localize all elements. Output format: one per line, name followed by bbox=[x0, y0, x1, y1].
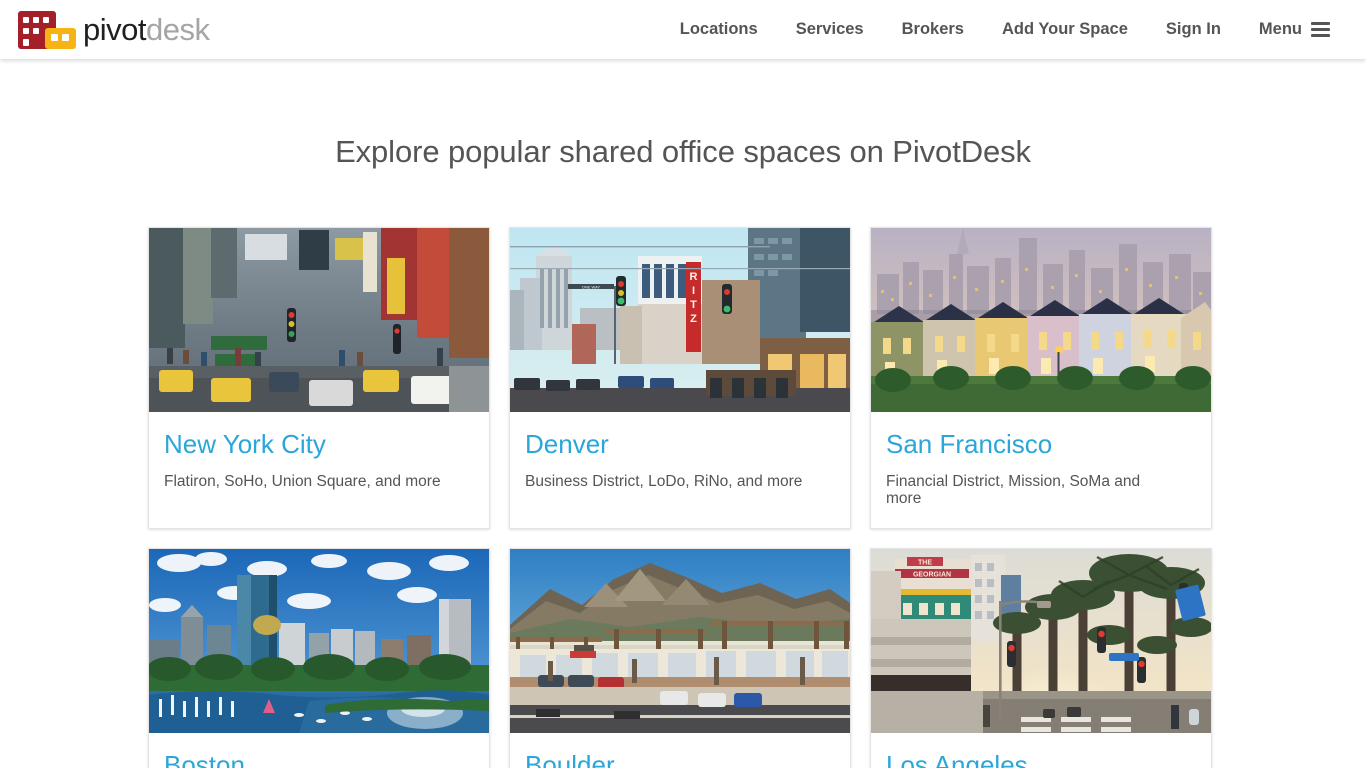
svg-text:R: R bbox=[690, 271, 698, 283]
city-card-title: Boulder bbox=[525, 749, 615, 768]
city-card-row: Boston Boulder THE GEORGIAN Los Angeles bbox=[148, 547, 1218, 768]
charles-river-skyline-photo bbox=[149, 548, 489, 733]
brand-logo-link[interactable]: pivotdesk bbox=[18, 10, 210, 49]
city-card-san-francisco[interactable]: San Francisco Financial District, Missio… bbox=[870, 227, 1212, 529]
city-card-description: Business District, LoDo, RiNo, and more bbox=[525, 472, 803, 490]
primary-navigation: Locations Services Brokers Add Your Spac… bbox=[661, 14, 1336, 45]
city-card-denver[interactable]: RI TZ ONE WAY Denver Business District, … bbox=[509, 227, 851, 529]
city-card-boulder[interactable]: Boulder bbox=[509, 547, 851, 768]
svg-text:I: I bbox=[692, 285, 695, 297]
menu-toggle-label: Menu bbox=[1258, 20, 1302, 38]
city-card-title: Boston bbox=[164, 749, 245, 768]
nav-item-brokers[interactable]: Brokers bbox=[883, 14, 983, 45]
city-card-new-york-city[interactable]: New York City Flatiron, SoHo, Union Squa… bbox=[148, 227, 490, 529]
menu-toggle-button[interactable]: Menu bbox=[1240, 14, 1336, 45]
page-title: Explore popular shared office spaces on … bbox=[335, 134, 1031, 169]
site-header: pivotdesk Locations Services Brokers Add… bbox=[0, 0, 1366, 59]
svg-text:GEORGIAN: GEORGIAN bbox=[913, 571, 951, 578]
city-card-description: Financial District, Mission, SoMa and mo… bbox=[886, 472, 1141, 508]
city-card-los-angeles[interactable]: THE GEORGIAN Los Angeles bbox=[870, 547, 1212, 768]
brand-name-secondary: desk bbox=[145, 12, 210, 47]
city-card-title: Los Angeles bbox=[886, 749, 1028, 768]
svg-text:T: T bbox=[690, 299, 697, 311]
nav-item-services[interactable]: Services bbox=[777, 14, 883, 45]
nav-item-locations[interactable]: Locations bbox=[661, 14, 777, 45]
nav-item-sign-in[interactable]: Sign In bbox=[1147, 14, 1240, 45]
city-card-title: San Francisco bbox=[886, 429, 1053, 459]
city-card-title: New York City bbox=[164, 429, 326, 459]
city-card-row: New York City Flatiron, SoHo, Union Squa… bbox=[148, 227, 1218, 529]
hamburger-icon[interactable] bbox=[1311, 22, 1330, 37]
brand-name-primary: pivot bbox=[83, 12, 146, 47]
svg-text:ONE WAY: ONE WAY bbox=[582, 285, 601, 290]
nav-item-add-your-space[interactable]: Add Your Space bbox=[983, 14, 1147, 45]
city-card-boston[interactable]: Boston bbox=[148, 547, 490, 768]
painted-ladies-skyline-photo bbox=[871, 228, 1211, 412]
svg-text:Z: Z bbox=[690, 313, 697, 325]
page-content: Explore popular shared office spaces on … bbox=[0, 134, 1366, 768]
flatirons-shopping-street-photo bbox=[510, 548, 850, 733]
building-logo-icon bbox=[18, 10, 76, 49]
city-card-title: Denver bbox=[525, 429, 609, 459]
downtown-ritz-theater-street-photo: RI TZ ONE WAY bbox=[510, 228, 850, 412]
palm-lined-boulevard-photo: THE GEORGIAN bbox=[871, 548, 1211, 733]
city-card-description: Flatiron, SoHo, Union Square, and more bbox=[164, 472, 441, 490]
svg-text:THE: THE bbox=[918, 559, 932, 566]
city-cards-grid: New York City Flatiron, SoHo, Union Squa… bbox=[148, 170, 1218, 768]
times-square-street-photo bbox=[149, 228, 489, 412]
